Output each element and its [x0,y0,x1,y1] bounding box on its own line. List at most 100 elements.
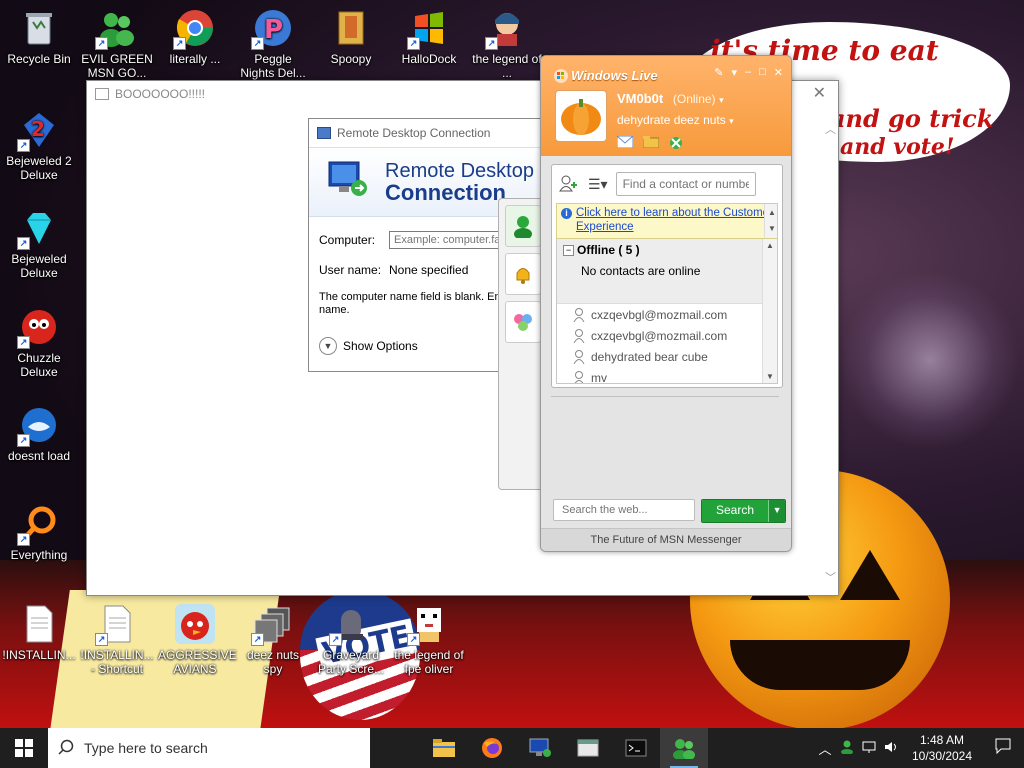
find-contact-input[interactable] [615,172,756,196]
contact-list-scrollbar[interactable]: ▲ ▼ [762,239,777,383]
desktop-icon-peggle-nights[interactable]: P ↗ Peggle Nights Del... [236,8,310,80]
personal-message[interactable]: dehydrate deez nuts ▾ [617,113,734,127]
desktop-icon-deez-nuts-spy[interactable]: ↗ deez nuts spy [236,604,310,676]
mail-icon[interactable] [616,135,634,153]
minimize-icon[interactable]: – [745,66,751,79]
desktop-icon-installing-shortcut[interactable]: ↗ !INSTALLIN... - Shortcut [80,604,154,676]
desktop-icon-spoopy[interactable]: Spoopy [314,8,388,66]
xbox-icon[interactable] [669,136,683,153]
group-subtitle: No contacts are online [581,264,701,278]
taskbar-search-box[interactable]: Type here to search [48,728,370,768]
chevron-down-icon[interactable]: ▼ [766,372,774,381]
contacts-tab-icon[interactable] [505,205,541,247]
desktop-icon-everything[interactable]: ↗ Everything [2,504,76,562]
user-name-label: User name: [319,263,382,277]
chrome-icon: ↗ [173,8,215,50]
desktop-icon-legend-fpe-oliver[interactable]: ↗ the legend of fpe oliver [392,604,466,676]
list-options-icon[interactable]: ☰▾ [588,176,608,193]
paint-icon[interactable]: ✎ [714,66,723,79]
chevron-up-icon[interactable]: ︿ [825,121,836,137]
desktop-icon-graveyard-party[interactable]: ↗ Graveyard Party Scre... [314,604,388,676]
search-button-label: Search [702,500,769,522]
group-header-offline[interactable]: − Offline ( 5 ) No contacts are online [557,239,777,304]
desktop-icon-aggressive-avians[interactable]: AGGRESSIVE AVIANS [158,604,237,676]
chevron-down-icon[interactable]: ﹀ [825,569,836,585]
window-app-icon [95,88,109,100]
taskbar-apps [420,728,708,768]
desktop-icon-recycle-bin[interactable]: Recycle Bin [2,8,76,66]
chevron-up-icon[interactable]: ▲ [766,241,774,250]
web-search-input[interactable] [553,499,695,521]
display-name: VM0b0t [617,91,664,106]
shortcut-arrow-icon: ↗ [17,237,30,250]
flower-icon[interactable] [505,301,541,343]
contact-toolbar: ☰▾ [552,165,782,203]
clock[interactable]: 1:48 AM 10/30/2024 [902,732,982,764]
msn-quick-icons [616,135,683,153]
list-item[interactable]: cxzqevbgl@mozmail.com [557,304,777,325]
desktop-icon-hallodock[interactable]: ↗ HalloDock [392,8,466,66]
info-scrollbar[interactable]: ▲ ▼ [764,204,777,238]
maximize-icon[interactable]: □ [759,66,766,79]
desktop-icon-bejeweled[interactable]: ↗ Bejeweled Deluxe [2,208,76,280]
window-app-icon[interactable] [564,728,612,768]
remote-desktop-icon[interactable] [516,728,564,768]
chevron-down-icon[interactable]: ▼ [768,500,786,522]
terminal-icon[interactable] [612,728,660,768]
desktop-icon-legend-of[interactable]: ↗ the legend of ... [470,8,544,80]
desktop-icon-chrome[interactable]: ↗ literally ... [158,8,232,66]
collapse-icon[interactable]: − [563,245,574,256]
rdc-titlebar[interactable]: Remote Desktop Connection [309,119,541,148]
msn-title: Windows Live [571,68,658,83]
windows-shield-icon: ↗ [407,8,449,50]
folder-icon[interactable] [642,136,660,153]
angry-bird-icon [175,604,215,644]
booo-scrollbar[interactable]: ︿ ﹀ [822,111,838,585]
customer-experience-link[interactable]: Click here to learn about the Customer E… [576,206,773,236]
recycle-bin-icon [19,8,59,48]
avatar[interactable] [555,90,607,142]
desktop-icon-installing[interactable]: !INSTALLIN... [2,604,76,662]
contact-list: − Offline ( 5 ) No contacts are online c… [556,239,778,384]
svg-text:2: 2 [31,117,45,141]
desktop-icon-chuzzle[interactable]: ↗ Chuzzle Deluxe [2,307,76,379]
list-item[interactable]: cxzqevbgl@mozmail.com [557,325,777,346]
add-contact-icon[interactable] [558,174,580,195]
search-icon [58,739,74,758]
msn-taskbar-icon[interactable] [660,728,708,768]
contact-panel: ☰▾ i Click here to learn about the Custo… [551,164,783,388]
info-bar: i Click here to learn about the Customer… [556,203,778,239]
display-name-row[interactable]: VM0b0t (Online) ▾ [617,91,724,106]
close-icon[interactable]: ✕ [774,66,783,79]
bell-icon[interactable] [505,253,541,295]
desktop-icon-evil-green-msn[interactable]: ↗ EVIL GREEN MSN GO... [80,8,154,80]
search-button[interactable]: Search ▼ [701,499,787,523]
desktop-icon-bejeweled-2[interactable]: 2 ↗ Bejeweled 2 Deluxe [2,110,76,182]
shortcut-arrow-icon: ↗ [329,633,342,646]
msn-tray-icon[interactable] [836,740,858,757]
contact-name: cxzqevbgl@mozmail.com [591,307,728,322]
chevron-up-icon[interactable]: ︿ [814,739,836,758]
list-item[interactable]: mv [557,367,777,383]
chevron-up-icon[interactable]: ▲ [768,206,776,220]
person-icon [573,328,585,343]
start-button[interactable] [0,728,48,768]
chevron-down-icon[interactable]: ▼ [768,222,776,236]
diamond-icon: ↗ [17,208,59,250]
network-icon[interactable] [858,741,880,756]
system-tray: ︿ 1:48 AM 10/30/2024 [814,728,1024,768]
list-item[interactable]: dehydrated bear cube [557,346,777,367]
notification-icon[interactable] [982,738,1024,759]
file-explorer-icon[interactable] [420,728,468,768]
windows-logo-icon [15,739,33,757]
rdc-app-icon [317,127,331,139]
firefox-icon[interactable] [468,728,516,768]
close-icon[interactable]: ✕ [813,83,826,103]
msn-messenger-window[interactable]: Windows Live ✎ ▾ – □ ✕ VM0b0t (Online) ▾… [540,55,792,552]
windows-live-logo-icon [553,68,569,84]
menu-chevron-icon[interactable]: ▾ [731,66,737,79]
chevron-down-icon: ▼ [319,337,337,355]
volume-icon[interactable] [880,741,902,756]
desktop-icon-doesnt-load[interactable]: ↗ doesnt load [2,405,76,463]
divider [551,396,779,397]
